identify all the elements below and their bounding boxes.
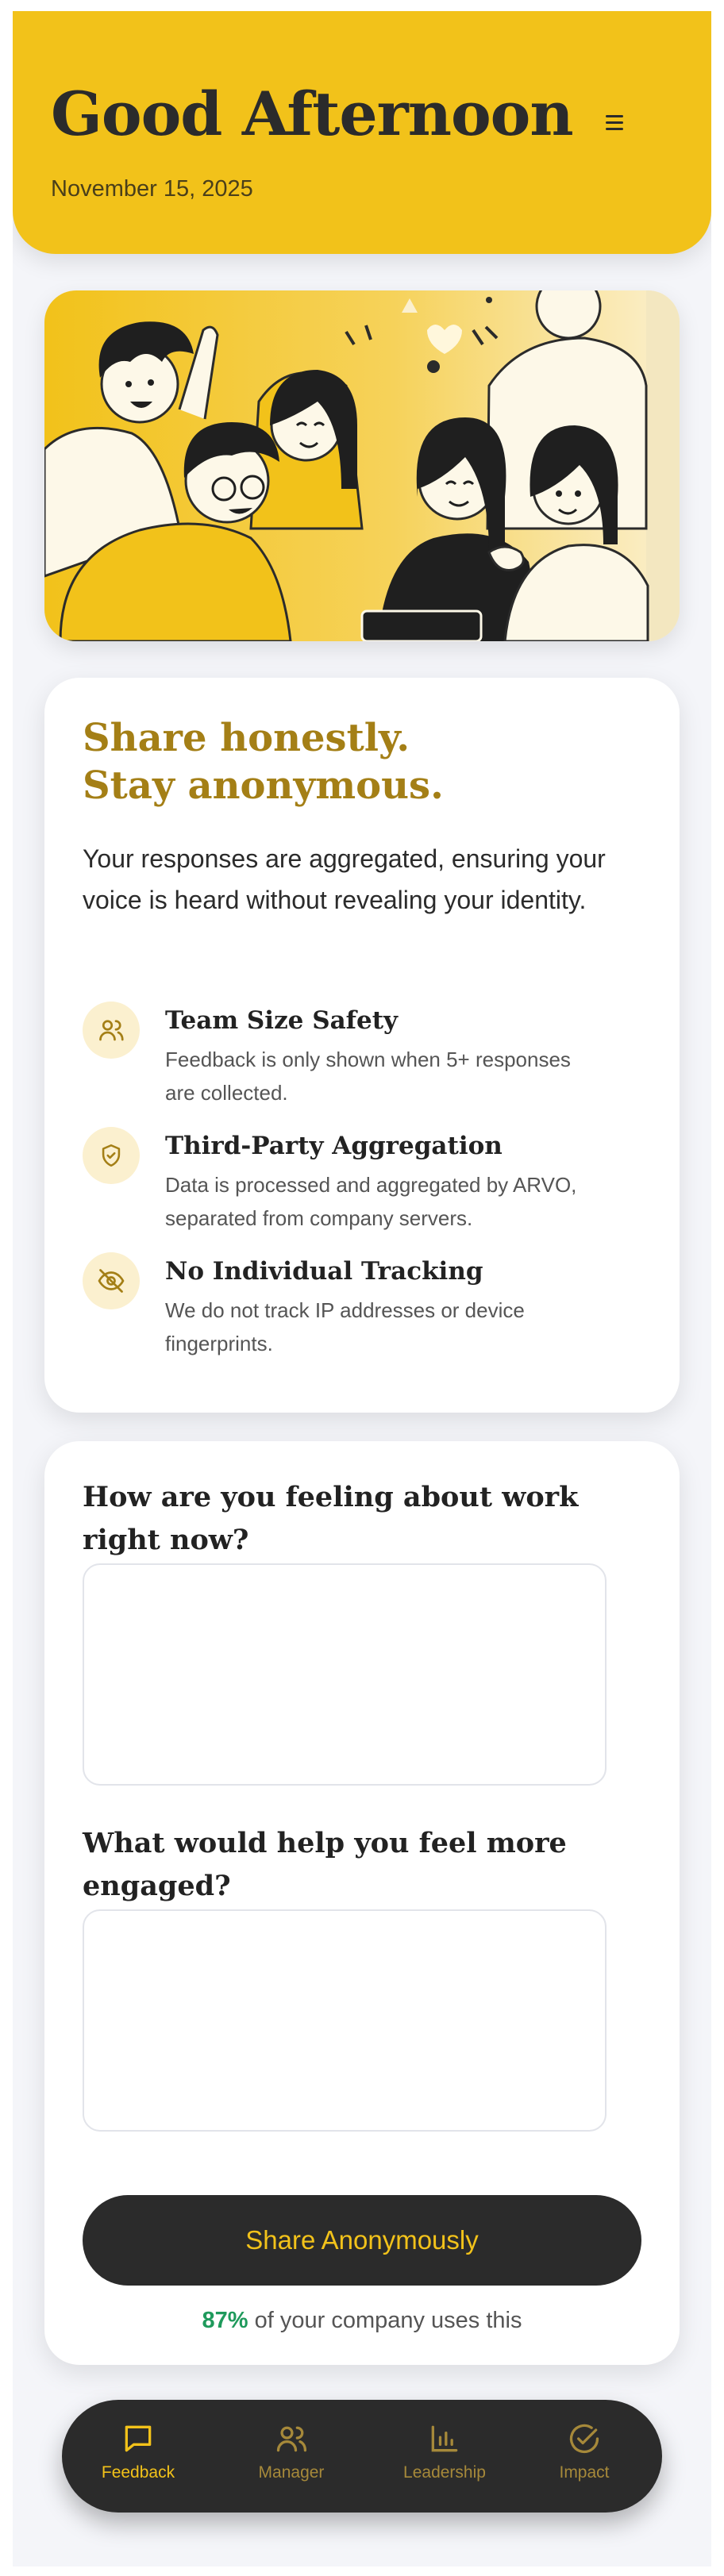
- menu-icon: [606, 114, 623, 117]
- nav-label: Feedback: [101, 2463, 175, 2482]
- usage-stat: 87% of your company uses this: [44, 2308, 680, 2334]
- app-screen: Good Afternoon November 15, 2025 Share h…: [13, 11, 711, 2566]
- bar-chart-icon: [381, 2417, 508, 2460]
- menu-button[interactable]: [597, 105, 632, 140]
- question-feeling-label: How are you feeling about work right now…: [83, 1481, 579, 1556]
- nav-item-impact[interactable]: Impact: [521, 2417, 648, 2497]
- greeting-title: Good Afternoon: [51, 79, 574, 149]
- bottom-navigation: Feedback Manager Leadership Impact: [62, 2400, 662, 2513]
- feeling-answer-input[interactable]: [83, 1563, 607, 1786]
- nav-item-leadership[interactable]: Leadership: [381, 2417, 508, 2497]
- usage-percent: 87%: [202, 2308, 248, 2333]
- team-illustration-art: [44, 290, 680, 641]
- usage-text: of your company uses this: [248, 2308, 522, 2333]
- users-icon: [228, 2417, 355, 2460]
- info-title: Share honestly. Stay anonymous.: [83, 716, 444, 808]
- question-engaged-label: What would help you feel more engaged?: [83, 1827, 567, 1902]
- feature-team-size-safety: Team Size Safety Feedback is only shown …: [83, 1002, 638, 1105]
- chat-icon: [75, 2417, 202, 2460]
- current-date: November 15, 2025: [51, 176, 253, 202]
- header: Good Afternoon November 15, 2025: [13, 11, 711, 254]
- nav-label: Impact: [559, 2463, 610, 2482]
- nav-item-feedback[interactable]: Feedback: [75, 2417, 202, 2497]
- share-anonymously-button[interactable]: Share Anonymously: [83, 2195, 641, 2286]
- feature-description: Feedback is only shown when 5+ responses…: [165, 1048, 571, 1105]
- users-icon: [83, 1002, 140, 1059]
- nav-label: Leadership: [403, 2463, 486, 2482]
- eye-off-icon: [83, 1252, 140, 1309]
- team-illustration: [44, 290, 680, 641]
- nav-label: Manager: [258, 2463, 325, 2482]
- feedback-form-card: How are you feeling about work right now…: [44, 1441, 680, 2365]
- shield-check-icon: [83, 1127, 140, 1184]
- anonymity-info-card: Share honestly. Stay anonymous. Your res…: [44, 678, 680, 1413]
- nav-item-manager[interactable]: Manager: [228, 2417, 355, 2497]
- engaged-answer-input[interactable]: [83, 1909, 607, 2132]
- feature-title: Team Size Safety: [165, 1006, 399, 1035]
- check-circle-icon: [521, 2417, 648, 2460]
- feature-third-party-aggregation: Third-Party Aggregation Data is processe…: [83, 1127, 638, 1230]
- info-description: Your responses are aggregated, ensuring …: [83, 844, 606, 914]
- feature-description: Data is processed and aggregated by ARVO…: [165, 1173, 577, 1230]
- feature-description: We do not track IP addresses or device f…: [165, 1298, 525, 1355]
- feature-title: No Individual Tracking: [165, 1257, 483, 1286]
- feature-title: Third-Party Aggregation: [165, 1132, 503, 1160]
- feature-no-individual-tracking: No Individual Tracking We do not track I…: [83, 1252, 638, 1355]
